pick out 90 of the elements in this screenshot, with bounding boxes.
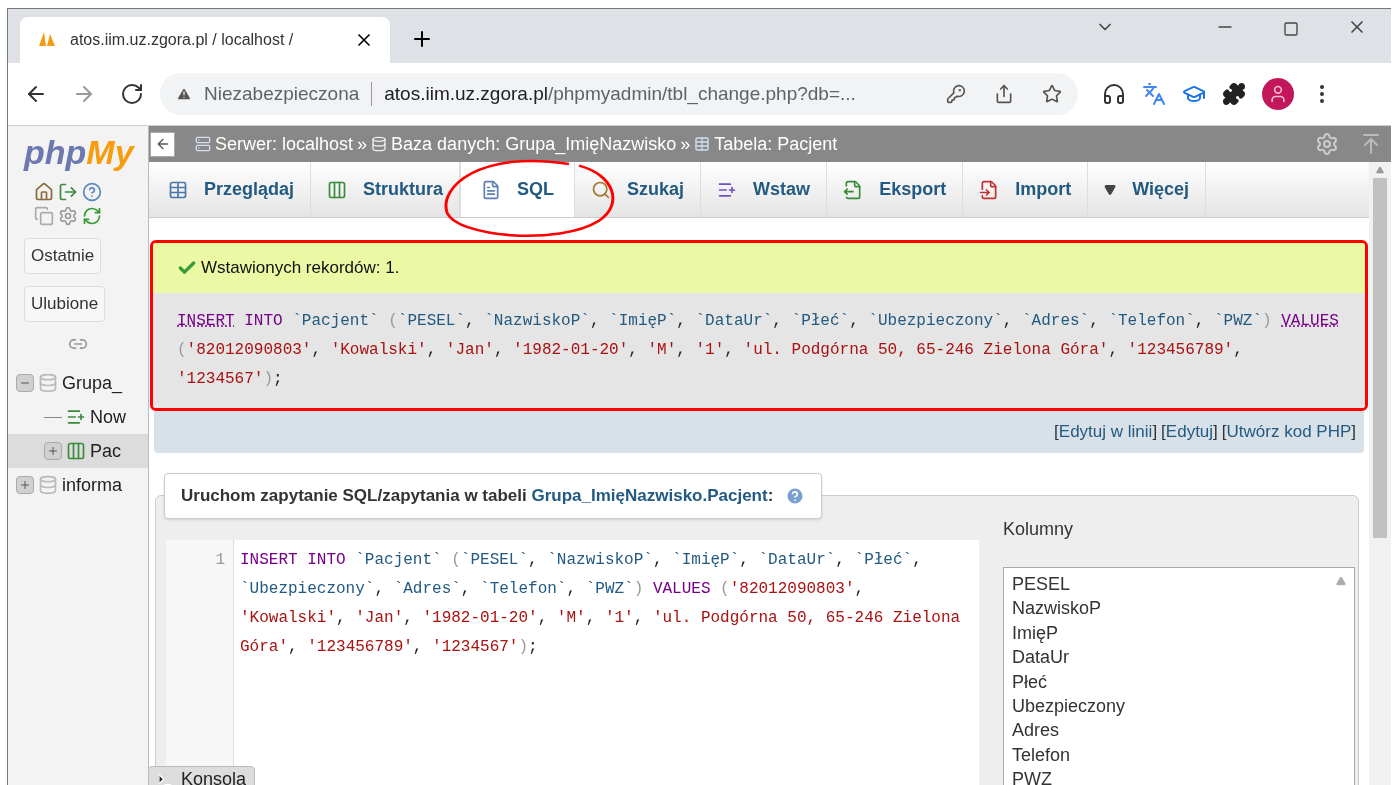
columns-icon [327, 179, 348, 200]
collapse-toggle[interactable] [16, 374, 34, 392]
copy-icon[interactable] [34, 206, 54, 226]
column-option[interactable]: Telefon [1012, 742, 1354, 768]
tab-title: atos.iim.uz.zgora.pl / localhost / [70, 30, 294, 50]
plus-icon [19, 479, 31, 491]
bracket: [ [1161, 421, 1166, 444]
sql-editor[interactable] [166, 540, 979, 785]
bracket: [ [1054, 421, 1059, 444]
key-icon[interactable] [946, 84, 966, 104]
collapse-button[interactable] [150, 131, 175, 157]
breadcrumb-separator: » [357, 132, 368, 156]
expand-toggle[interactable] [44, 442, 62, 460]
server-icon [195, 136, 211, 152]
puzzle-icon[interactable] [1222, 82, 1246, 106]
breadcrumb-link[interactable]: Baza danych: Grupa_ImięNazwisko [391, 130, 677, 158]
new-table-icon [66, 407, 86, 427]
column-option[interactable]: ImięP [1012, 620, 1354, 646]
help-icon[interactable] [82, 182, 102, 202]
database-icon [38, 475, 58, 495]
column-option[interactable]: DataUr [1012, 645, 1354, 670]
exit-icon[interactable] [58, 182, 78, 202]
column-option[interactable]: Adres [1012, 718, 1354, 743]
translate-icon[interactable] [1142, 82, 1166, 106]
browser-tab[interactable]: atos.iim.uz.zgora.pl / localhost / [20, 17, 390, 63]
scroll-up-icon[interactable] [1336, 576, 1346, 586]
plus-icon [47, 445, 59, 457]
table-icon [694, 136, 711, 152]
tree-item[interactable]: informa [8, 468, 148, 502]
breadcrumb-link[interactable]: Tabela: Pacjent [714, 130, 838, 158]
url-text: atos.iim.uz.zgora.pl/phpmyadmin/tbl_change.php?db=... [384, 81, 856, 107]
bracket: ] [1152, 421, 1158, 444]
tree-item[interactable]: Now [8, 400, 148, 434]
bracket: [ [1221, 421, 1227, 444]
caret-icon [1104, 183, 1117, 196]
share-icon[interactable] [994, 84, 1014, 104]
sql-code: INSERT INTO `Pacjent` (`PESEL`, `NazwiskoP`, `ImięP`, `DataUr`, `Płeć`, `Ubezpieczony`, `Adres`, `Telefon`, `PWZ`) VALUES ('82012090803', 'Kowalski', 'Jan', '1982-01-20', 'M', '1', 'ul. Podgórna 50, 65-246 Zielona Góra', '123456789', '1234567'); [240, 550, 962, 658]
maximize-icon[interactable] [1283, 21, 1299, 37]
sql-query: INSERT INTO `Pacjent` (`PESEL`, `NazwiskoP`, `ImięP`, `DataUr`, `Płeć`, `Ubezpieczony`, `Adres`, `Telefon`, `PWZ`) VALUES ('82012090803', 'Kowalski', 'Jan', '1982-01-20', 'M', '1', 'ul. Podgórna 50, 65-246 Zielona Góra', '123456789', '1234567'); [177, 311, 1340, 390]
tab[interactable]: SQL [460, 162, 576, 217]
column-option[interactable]: PWZ [1012, 767, 1354, 785]
action-link[interactable]: Edytuj w linii [1058, 419, 1153, 445]
security-label: Niezabezpieczona [204, 81, 360, 106]
database-icon [38, 373, 58, 393]
import-icon [979, 179, 1000, 200]
tree-item[interactable]: Grupa_ [8, 366, 148, 400]
column-option[interactable]: Płeć [1012, 669, 1354, 695]
sidebar-button[interactable]: Ostatnie [24, 238, 102, 274]
database-icon [371, 136, 388, 152]
warning-icon [176, 86, 192, 102]
columns-label: Kolumny [1003, 518, 1075, 541]
table-icon [66, 441, 86, 461]
headset-icon[interactable] [1102, 82, 1126, 106]
expand-toggle[interactable] [16, 476, 34, 494]
scroll-thumb[interactable] [1373, 178, 1387, 538]
column-option[interactable]: PESEL [1012, 572, 1354, 597]
tab[interactable]: Eksport [827, 162, 964, 217]
success-message: Wstawionych rekordów: 1. [153, 243, 1365, 293]
columns-list[interactable]: PESEL NazwiskoP ImięP DataUr Płeć Ubezpieczony Adres Telefon PWZ [1003, 567, 1355, 785]
breadcrumb-separator: » [680, 132, 691, 156]
action-link[interactable]: Utwórz kod PHP [1226, 419, 1352, 445]
settings-icon[interactable] [1315, 132, 1339, 156]
sidebar-button[interactable]: Ulubione [24, 286, 106, 322]
reload-icon[interactable] [120, 82, 144, 106]
tab[interactable]: Wstaw [701, 162, 828, 217]
bracket: ] [1213, 421, 1218, 444]
tree-item[interactable]: Pac [8, 434, 148, 468]
export-icon [843, 179, 864, 200]
logo: phpMy [22, 132, 134, 173]
table-icon [168, 179, 188, 200]
tab[interactable]: Import [963, 162, 1089, 217]
query-title-text: Uruchom zapytanie SQL/zapytania w tabeli Grupa_ImięNazwisko.Pacjent: [181, 485, 774, 508]
tab[interactable]: Więcej [1088, 162, 1207, 217]
tab[interactable]: Szukaj [575, 162, 702, 217]
action-link[interactable]: Edytuj [1165, 419, 1214, 445]
column-option[interactable]: Ubezpieczony [1012, 694, 1354, 719]
bracket: ] [1351, 421, 1356, 444]
tab[interactable]: Przeglądaj [152, 162, 312, 217]
column-option[interactable]: NazwiskoP [1012, 596, 1354, 621]
address-field[interactable]: Niezabezpieczona atos.iim.uz.zgora.pl/phpmyadmin/tbl_change.php?db=... [160, 73, 1078, 115]
document-icon [481, 179, 502, 200]
home-icon[interactable] [34, 182, 54, 202]
star-icon[interactable] [1042, 84, 1062, 104]
breadcrumb-link[interactable]: Serwer: localhost [215, 130, 354, 158]
settings-icon[interactable] [58, 206, 78, 226]
avatar[interactable] [1262, 78, 1294, 110]
scroll-up-icon[interactable] [1376, 166, 1384, 174]
search-icon [591, 179, 612, 200]
table-link[interactable]: Grupa_ImięNazwisko.Pacjent [531, 486, 768, 506]
console-button[interactable]: Konsola [148, 765, 256, 785]
